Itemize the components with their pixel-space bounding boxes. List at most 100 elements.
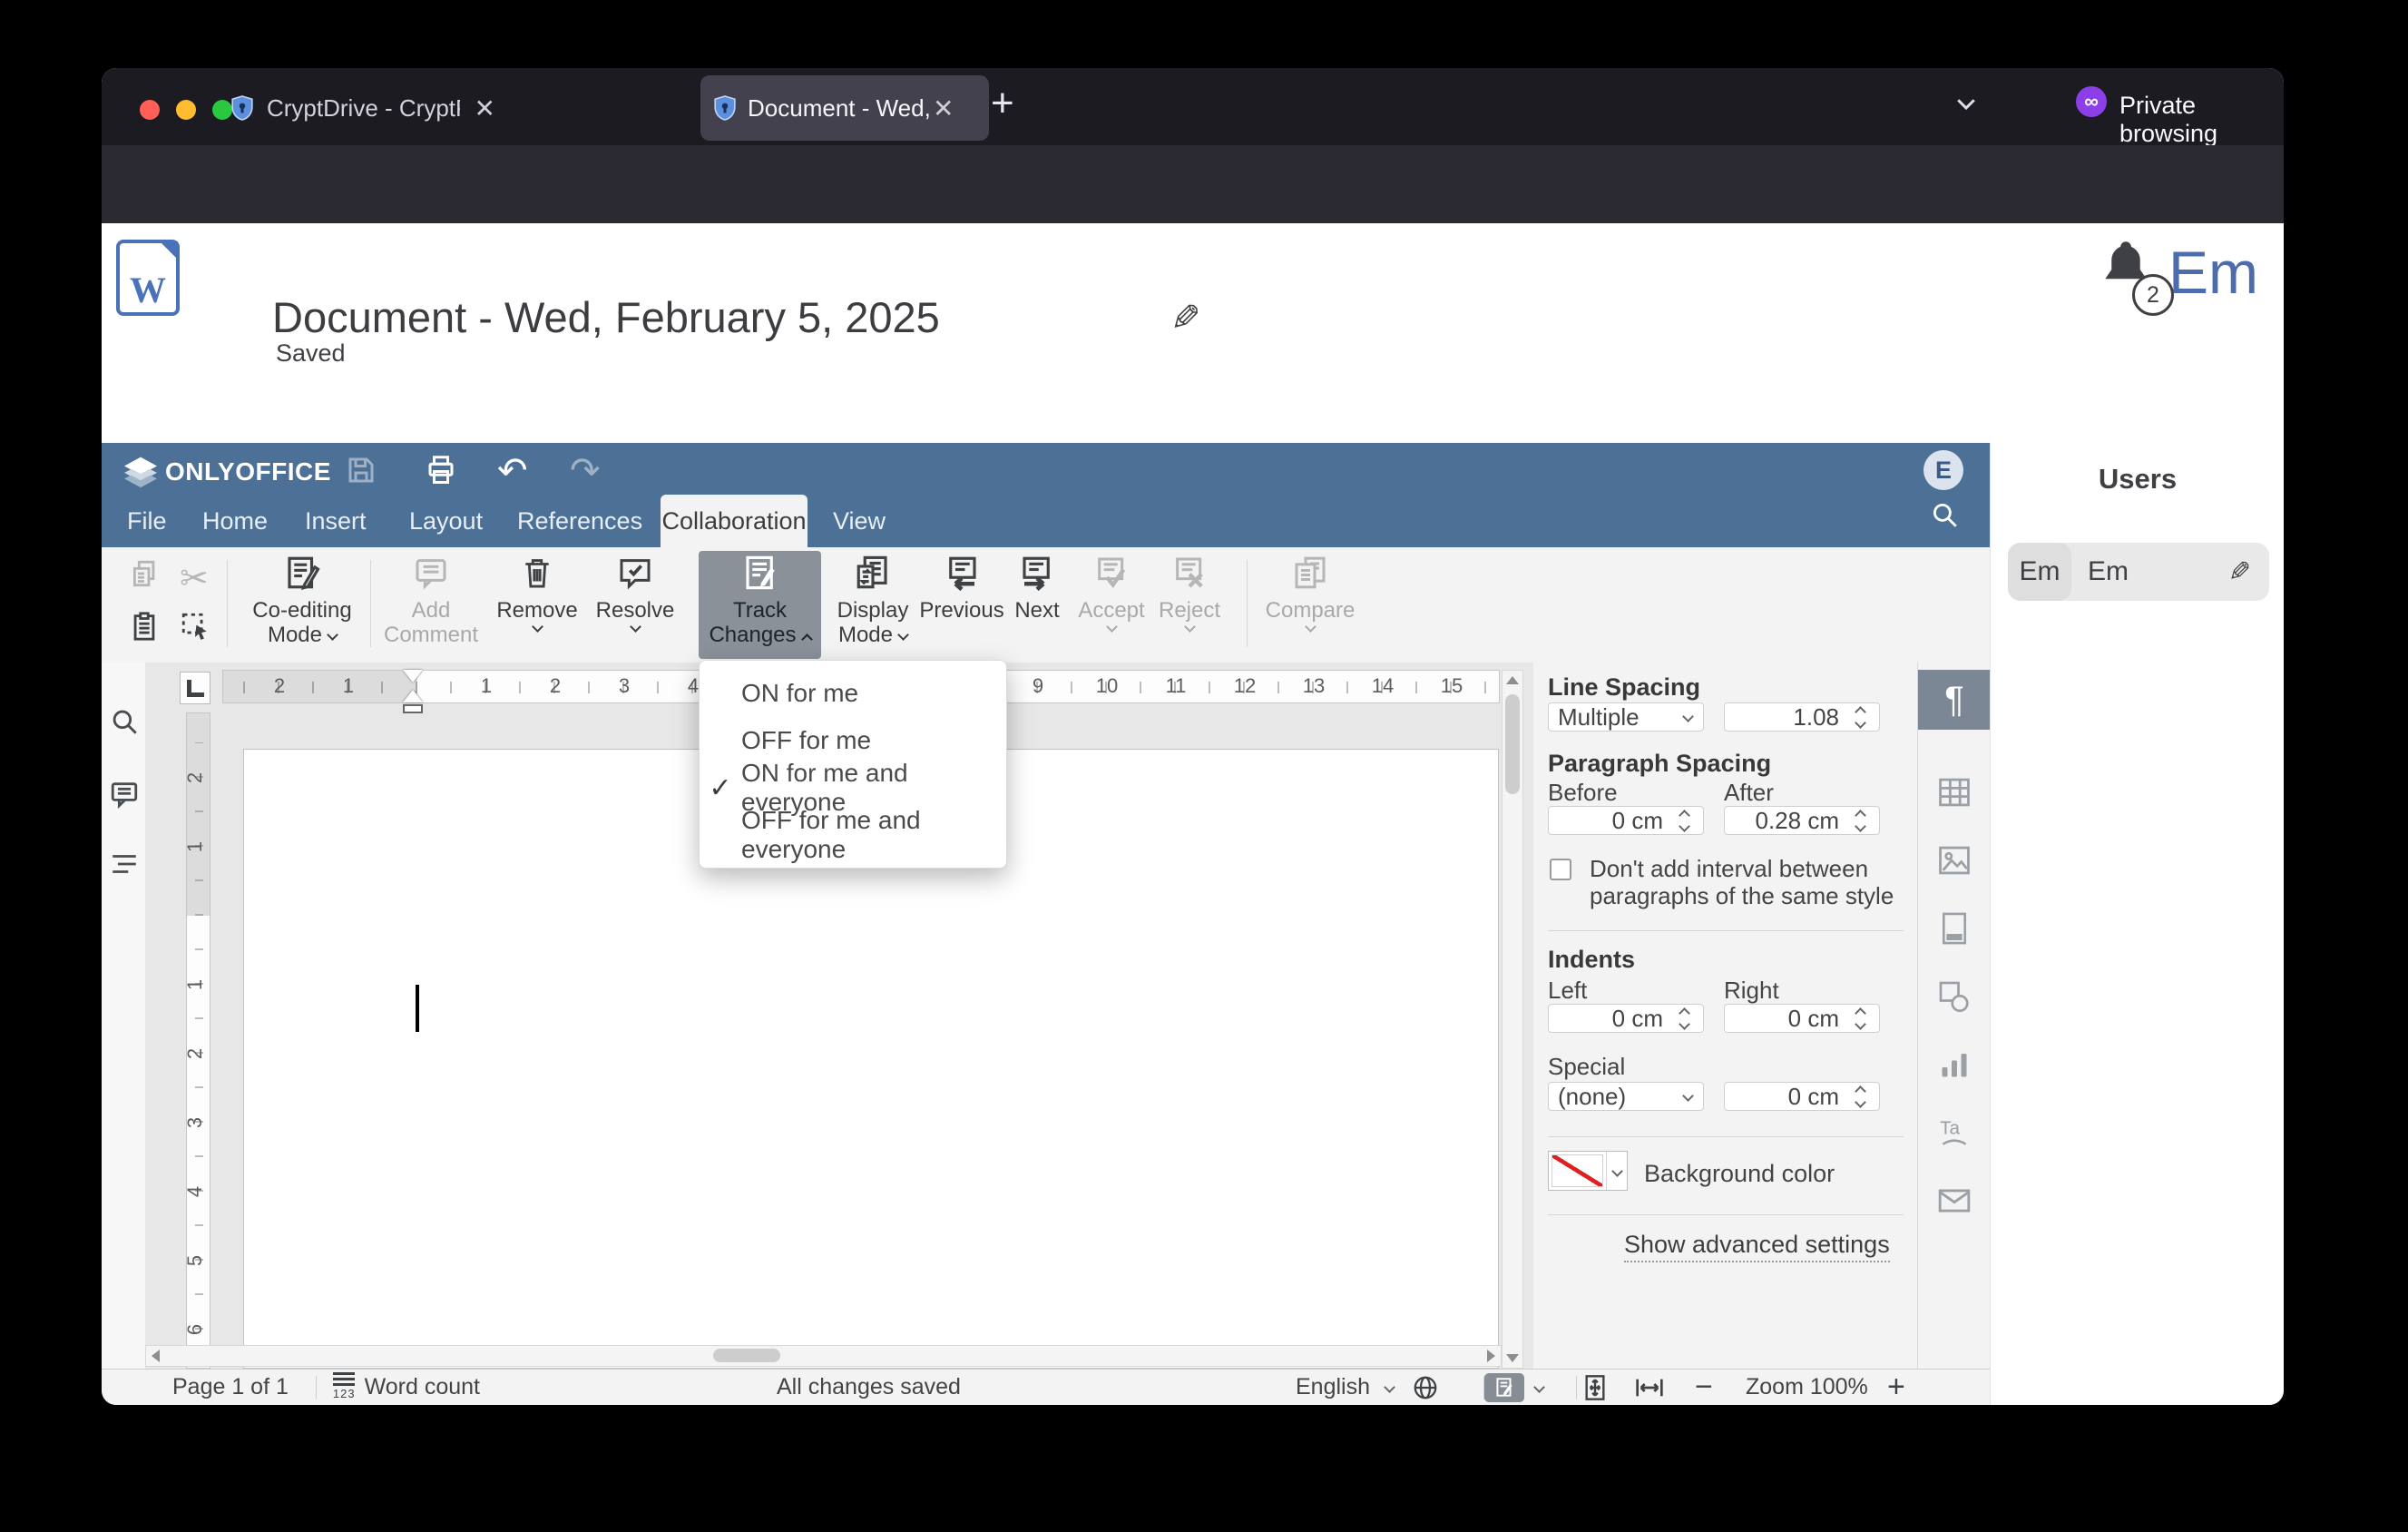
- menu-tab-references[interactable]: References: [512, 495, 648, 547]
- new-tab-button[interactable]: +: [991, 81, 1014, 126]
- comments-icon[interactable]: [109, 779, 140, 810]
- fit-width-button[interactable]: [1633, 1373, 1666, 1402]
- paste-icon[interactable]: [129, 611, 160, 642]
- copy-icon: [129, 558, 160, 589]
- language-selector[interactable]: English: [1296, 1374, 1439, 1401]
- line-spacing-select[interactable]: Multiple: [1548, 702, 1704, 732]
- remove-comment-button[interactable]: Remove: [492, 551, 582, 633]
- ruler-number: 1: [187, 841, 207, 852]
- text-art-settings-tab[interactable]: Ta: [1918, 1103, 1991, 1163]
- spacing-after-spinner[interactable]: 0.28 cm: [1724, 806, 1880, 835]
- document-title[interactable]: Document - Wed, February 5, 2025: [272, 292, 940, 342]
- scroll-down-arrow[interactable]: [1506, 1354, 1519, 1362]
- reject-change-button: Reject: [1152, 551, 1227, 633]
- fit-page-button[interactable]: [1581, 1373, 1610, 1402]
- previous-change-button[interactable]: Previous: [919, 551, 1004, 623]
- undo-icon[interactable]: ↶: [497, 450, 528, 492]
- horizontal-scrollbar[interactable]: [145, 1345, 1502, 1367]
- tab-close-icon[interactable]: ✕: [475, 93, 495, 123]
- tabs-chevron-down-icon[interactable]: [1953, 90, 1980, 117]
- table-settings-tab[interactable]: [1918, 762, 1991, 822]
- minimize-window-button[interactable]: [176, 100, 196, 120]
- menu-tab-collaboration[interactable]: Collaboration: [661, 495, 808, 547]
- track-changes-toggle[interactable]: [1484, 1372, 1545, 1402]
- accept-icon: [1093, 551, 1130, 594]
- editor-user-avatar[interactable]: E: [1923, 450, 1963, 490]
- spin-down[interactable]: [1854, 716, 1866, 729]
- tab-close-icon[interactable]: ✕: [933, 93, 954, 123]
- menu-item-on-for-me[interactable]: ON for me: [700, 670, 1006, 717]
- tab-cryptdrive[interactable]: CryptDrive - CryptPad.fr ✕: [218, 75, 508, 141]
- first-line-indent-marker[interactable]: [403, 670, 423, 683]
- menu-item-on-for-everyone[interactable]: ✓ ON for me and everyone: [700, 759, 1006, 816]
- ruler-number: 1: [480, 674, 493, 697]
- display-mode-icon: [854, 551, 892, 594]
- menu-item-off-for-everyone[interactable]: OFF for me and everyone: [700, 806, 1006, 863]
- scroll-right-arrow[interactable]: [1487, 1350, 1495, 1362]
- track-changes-button[interactable]: Track Changes: [699, 551, 821, 659]
- chart-settings-tab[interactable]: [1918, 1035, 1991, 1095]
- indent-right-spinner[interactable]: 0 cm: [1724, 1004, 1880, 1033]
- browser-window: CryptDrive - CryptPad.fr ✕ Document - We…: [102, 68, 2284, 1405]
- spin-up[interactable]: [1854, 705, 1866, 718]
- header-footer-settings-tab[interactable]: [1918, 899, 1991, 958]
- shape-settings-tab[interactable]: [1918, 967, 1991, 1026]
- hanging-indent-marker[interactable]: [403, 690, 423, 702]
- horizontal-scroll-thumb[interactable]: [713, 1349, 780, 1362]
- special-value-spinner[interactable]: 0 cm: [1724, 1082, 1880, 1111]
- line-spacing-value-spinner[interactable]: 1.08: [1724, 702, 1880, 732]
- tab-document-active[interactable]: Document - Wed, February 5, 2 ✕: [700, 75, 989, 141]
- display-mode-button[interactable]: Display Mode: [827, 551, 918, 647]
- zoom-out-button[interactable]: −: [1695, 1370, 1713, 1405]
- menu-tab-insert[interactable]: Insert: [299, 495, 372, 547]
- print-icon[interactable]: [425, 454, 457, 486]
- close-window-button[interactable]: [140, 100, 160, 120]
- advanced-settings-link[interactable]: Show advanced settings: [1624, 1231, 1890, 1262]
- image-settings-tab[interactable]: [1918, 830, 1991, 890]
- menu-tab-file[interactable]: File: [122, 495, 172, 547]
- menu-item-off-for-me[interactable]: OFF for me: [700, 717, 1006, 764]
- edit-user-name-pencil-icon[interactable]: ✎: [2228, 556, 2251, 588]
- trash-icon: [520, 551, 554, 594]
- tab-title: CryptDrive - CryptPad.fr: [267, 93, 460, 122]
- notifications-bell[interactable]: 2: [2096, 234, 2178, 316]
- find-icon[interactable]: [109, 706, 140, 737]
- edit-title-pencil-icon[interactable]: ✎: [1170, 298, 1201, 339]
- tab-stop-selector[interactable]: [180, 672, 210, 704]
- ruler-number: 3: [187, 1117, 207, 1128]
- ruler-number: 15: [1440, 674, 1463, 697]
- spacing-before-spinner[interactable]: 0 cm: [1548, 806, 1704, 835]
- private-browsing-icon: ∞: [2076, 86, 2107, 117]
- menu-tab-home[interactable]: Home: [197, 495, 273, 547]
- select-all-icon[interactable]: [180, 611, 210, 642]
- left-indent-marker[interactable]: [403, 704, 423, 713]
- paragraph-settings-tab[interactable]: ¶: [1918, 670, 1991, 730]
- mail-merge-tab[interactable]: [1918, 1171, 1991, 1231]
- scroll-up-arrow[interactable]: [1506, 676, 1519, 684]
- ruler-number: 11: [1165, 674, 1187, 697]
- user-avatar-initials[interactable]: Em: [2168, 238, 2258, 307]
- navigation-icon[interactable]: [109, 849, 140, 879]
- cut-icon: ✂: [180, 560, 209, 598]
- user-list-item[interactable]: Em Em ✎: [2008, 543, 2269, 601]
- background-color-picker[interactable]: [1548, 1151, 1628, 1191]
- menu-tab-layout[interactable]: Layout: [404, 495, 488, 547]
- vertical-scroll-thumb[interactable]: [1505, 694, 1520, 794]
- indent-left-spinner[interactable]: 0 cm: [1548, 1004, 1704, 1033]
- browser-nav-bar: https://cryptpad.fr/doc/#/3/doc/edit/ff0…: [102, 145, 2284, 288]
- menu-tab-view[interactable]: View: [827, 495, 891, 547]
- editor-search-icon[interactable]: [1929, 499, 1960, 530]
- next-change-button[interactable]: Next: [1005, 551, 1069, 623]
- ruler-number: 10: [1095, 674, 1119, 697]
- ruler-number: 12: [1233, 674, 1257, 697]
- special-select[interactable]: (none): [1548, 1082, 1704, 1111]
- scroll-left-arrow[interactable]: [152, 1350, 160, 1362]
- vertical-scrollbar[interactable]: [1502, 670, 1523, 1369]
- user-color-badge: Em: [2008, 543, 2071, 601]
- indent-right-label: Right: [1724, 977, 1779, 1004]
- word-count-button[interactable]: 123 Word count: [333, 1374, 480, 1400]
- resolve-comment-button[interactable]: Resolve: [590, 551, 680, 633]
- zoom-in-button[interactable]: +: [1887, 1370, 1905, 1405]
- co-editing-mode-button[interactable]: Co-editing Mode: [243, 551, 361, 647]
- no-interval-checkbox[interactable]: [1550, 859, 1571, 880]
